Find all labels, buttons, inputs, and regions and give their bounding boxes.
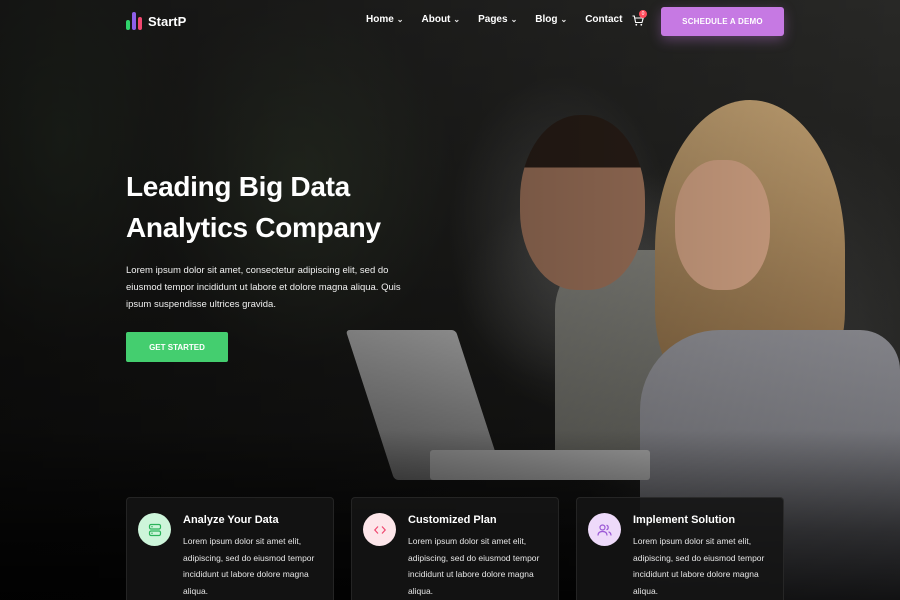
hero-title-line2: Analytics Company [126,212,381,243]
nav-item-label: Contact [585,14,623,25]
feature-title: Analyze Your Data [183,514,279,526]
server-icon-glyph [148,523,161,536]
hero-title-line1: Leading Big Data [126,171,350,202]
site-header: StartP Home ⌄ About ⌄ Pages ⌄ Blog ⌄ Con… [0,0,900,44]
chevron-down-icon: ⌄ [396,15,404,24]
nav-item-pages[interactable]: Pages ⌄ [478,14,517,25]
nav-item-label: About [421,14,451,25]
hero-title: Leading Big Data Analytics Company [126,166,466,248]
nav-item-label: Home [366,14,394,25]
server-icon [138,513,171,546]
feature-title: Implement Solution [633,514,736,526]
logo-bars-icon [126,12,142,30]
feature-card-analyze[interactable]: Analyze Your Data Lorem ipsum dolor sit … [126,497,334,600]
feature-text: Lorem ipsum dolor sit amet elit, adipisc… [408,536,540,596]
users-icon-glyph [597,523,612,536]
brand-name: StartP [148,13,187,29]
nav-item-label: Pages [478,14,508,25]
nav-item-about[interactable]: About ⌄ [422,14,461,25]
cart-count-badge: 0 [639,10,647,18]
nav-item-label: Blog [535,14,558,25]
nav-item-home[interactable]: Home ⌄ [366,14,404,25]
schedule-demo-button[interactable]: Schedule a Demo [661,7,784,36]
feature-title: Customized Plan [408,514,497,526]
logo-bar-red [138,17,142,30]
nav-item-contact[interactable]: Contact [585,14,622,25]
logo-bar-green [126,20,130,30]
chevron-down-icon: ⌄ [560,15,568,24]
brand-logo[interactable]: StartP [126,12,186,30]
feature-text: Lorem ipsum dolor sit amet elit, adipisc… [183,536,315,596]
chevron-down-icon: ⌄ [510,15,518,24]
nav-item-blog[interactable]: Blog ⌄ [535,14,567,25]
feature-card-customized[interactable]: Customized Plan Lorem ipsum dolor sit am… [351,497,559,600]
code-icon-glyph [373,525,386,534]
cart-icon[interactable]: 0 [632,10,647,26]
code-icon [363,513,396,546]
hero-description: Lorem ipsum dolor sit amet, consectetur … [126,265,401,310]
feature-text: Lorem ipsum dolor sit amet elit, adipisc… [633,536,765,596]
logo-bar-purple [132,12,136,30]
main-nav: Home ⌄ About ⌄ Pages ⌄ Blog ⌄ Contact [366,14,640,25]
chevron-down-icon: ⌄ [453,15,461,24]
users-icon [588,513,621,546]
feature-card-implement[interactable]: Implement Solution Lorem ipsum dolor sit… [576,497,784,600]
get-started-button[interactable]: Get Started [126,332,228,362]
